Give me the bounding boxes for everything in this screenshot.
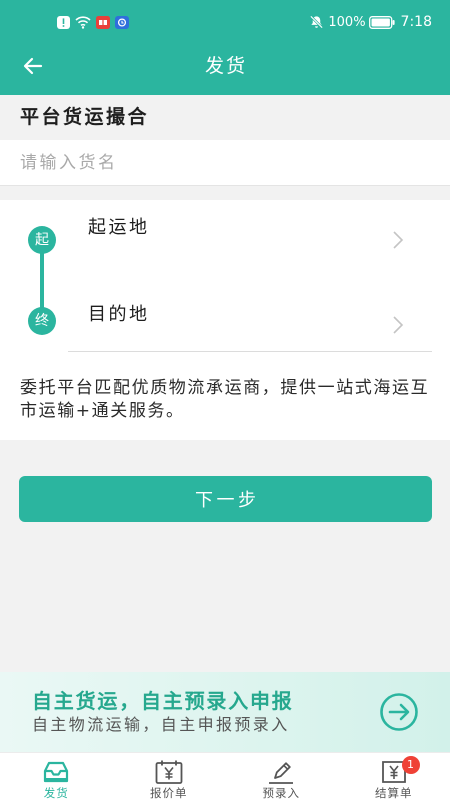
destination-badge: 终 — [28, 307, 56, 335]
promo-banner[interactable]: 自主货运，自主预录入申报 自主物流运输，自主申报预录入 — [0, 672, 450, 752]
status-system-indicators: 100% 7:18 — [309, 12, 432, 32]
battery-percent: 100% — [328, 14, 366, 30]
inbox-icon — [44, 761, 69, 783]
app-screen: 100% 7:18 发货 平台货运撮合 起 起运地 — [0, 0, 450, 800]
cargo-name-input[interactable] — [20, 140, 430, 185]
tab-quotes[interactable]: 报价单 — [113, 753, 226, 800]
origin-badge: 起 — [28, 226, 56, 254]
tab-settlement[interactable]: 结算单 1 — [338, 753, 450, 800]
status-time: 7:18 — [400, 14, 432, 30]
status-bar: 100% 7:18 — [0, 0, 450, 44]
tab-pre-entry[interactable]: 预录入 — [225, 753, 338, 800]
red-app-notification-icon — [96, 15, 110, 29]
tab-ship[interactable]: 发货 — [0, 753, 113, 800]
arrow-right-circle-icon[interactable] — [379, 692, 419, 732]
tab-label: 预录入 — [262, 786, 300, 800]
service-description: 委托平台匹配优质物流承运商，提供一站式海运互市运输+通关服务。 — [20, 378, 430, 421]
bottom-tab-bar: 发货 报价单 预录入 结算单 1 — [0, 752, 450, 800]
wifi-icon — [75, 16, 91, 29]
next-step-button[interactable]: 下一步 — [19, 476, 432, 522]
page-title: 发货 — [204, 55, 247, 77]
tab-label: 发货 — [43, 786, 69, 800]
bell-off-icon — [310, 15, 324, 29]
status-notification-icons — [57, 14, 129, 30]
promo-title: 自主货运，自主预录入申报 — [32, 689, 294, 713]
tab-label: 报价单 — [150, 786, 188, 800]
destination-label: 目的地 — [88, 304, 150, 325]
chevron-right-icon — [393, 231, 404, 249]
origin-row[interactable]: 起 起运地 — [0, 200, 450, 282]
route-card: 起 起运地 终 目的地 委托平台匹配优质物流承运商，提供一站式海运互市运输+通关… — [0, 200, 450, 440]
battery-icon — [368, 15, 395, 29]
pen-icon — [269, 762, 294, 784]
section-label: 平台货运撮合 — [20, 106, 150, 128]
quote-calendar-icon — [155, 760, 183, 784]
settlement-count-badge: 1 — [401, 756, 420, 774]
cargo-name-row — [0, 140, 450, 186]
blue-app-notification-icon — [115, 15, 129, 29]
chevron-right-icon — [393, 316, 404, 334]
route-divider — [68, 351, 432, 352]
promo-subtitle: 自主物流运输，自主申报预录入 — [32, 715, 290, 734]
tab-label: 结算单 — [375, 786, 413, 800]
app-header: 发货 — [0, 44, 450, 95]
destination-row[interactable]: 终 目的地 — [0, 282, 450, 352]
origin-label: 起运地 — [88, 217, 150, 238]
alert-notification-icon — [57, 15, 70, 29]
